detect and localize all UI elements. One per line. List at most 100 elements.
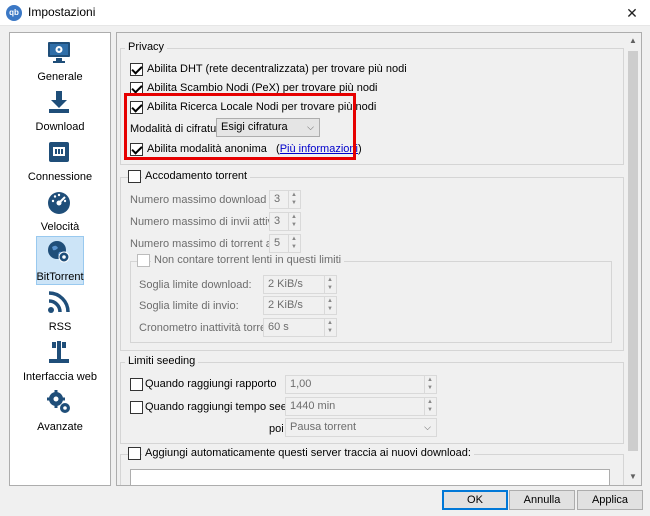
max-active-downloads-spinbox[interactable]: 3 ▲ ▼ xyxy=(269,190,301,209)
settings-sidebar: Generale Download Connessione Velocità B… xyxy=(9,32,111,486)
max-active-torrents-value: 5 xyxy=(274,237,281,249)
slow-torrents-title: Non contare torrent lenti in questi limi… xyxy=(151,254,345,266)
slow-torrents-checkbox[interactable] xyxy=(137,254,150,267)
spin-up-icon: ▲ xyxy=(327,277,333,283)
inactivity-timer-label: Cronometro inattività torrent: xyxy=(139,322,279,334)
upload-threshold-label: Soglia limite di invio: xyxy=(139,300,239,312)
ratio-limit-checkbox[interactable] xyxy=(130,378,143,391)
seeding-action-select[interactable]: Pausa torrent ⌵ xyxy=(285,418,437,437)
sidebar-item-label: Connessione xyxy=(27,171,93,183)
sidebar-item-label: Avanzate xyxy=(37,421,83,433)
speedometer-icon xyxy=(48,192,70,214)
sidebar-item-rss[interactable]: RSS xyxy=(10,285,110,335)
scroll-thumb[interactable] xyxy=(628,51,638,451)
spin-buttons[interactable]: ▲ ▼ xyxy=(288,191,300,208)
spin-up-icon: ▲ xyxy=(291,214,297,220)
spin-buttons[interactable]: ▲ ▼ xyxy=(324,297,336,314)
auto-trackers-label: Aggiungi automaticamente questi server t… xyxy=(142,447,474,459)
sidebar-item-label: RSS xyxy=(48,321,72,333)
ratio-limit-spinbox[interactable]: 1,00 ▲ ▼ xyxy=(285,375,437,394)
spin-up-icon: ▲ xyxy=(427,399,433,405)
sidebar-item-generale[interactable]: Generale xyxy=(10,35,110,85)
highlight-annotation-box xyxy=(124,93,356,160)
upload-threshold-spinbox[interactable]: 2 KiB/s ▲ ▼ xyxy=(263,296,337,315)
max-active-uploads-value: 3 xyxy=(274,215,281,227)
sidebar-item-label: Interfaccia web xyxy=(23,371,97,383)
ratio-limit-label: Quando raggiungi rapporto xyxy=(145,378,277,390)
spin-down-icon: ▼ xyxy=(327,328,333,334)
sidebar-item-download[interactable]: Download xyxy=(10,85,110,135)
rss-icon xyxy=(48,291,70,313)
download-icon xyxy=(49,91,69,113)
spin-buttons[interactable]: ▲ ▼ xyxy=(424,376,436,393)
seeding-limits-title: Limiti seeding xyxy=(125,355,199,367)
spin-up-icon: ▲ xyxy=(327,298,333,304)
sidebar-item-bittorrent[interactable]: BitTorrent xyxy=(10,235,110,285)
window-title: Impostazioni xyxy=(28,5,96,19)
globe-gear-icon xyxy=(48,241,70,263)
spin-down-icon: ▼ xyxy=(291,222,297,228)
seed-time-limit-value: 1440 min xyxy=(290,400,336,412)
spin-up-icon: ▲ xyxy=(291,192,297,198)
torrent-queueing-checkbox[interactable] xyxy=(128,170,141,183)
download-threshold-value: 2 KiB/s xyxy=(268,278,303,290)
spin-buttons[interactable]: ▲ ▼ xyxy=(324,319,336,336)
sidebar-item-label: BitTorrent xyxy=(36,271,84,283)
network-icon xyxy=(49,142,69,162)
trackers-textarea[interactable] xyxy=(130,469,610,485)
max-active-uploads-label: Numero massimo di invii attivi: xyxy=(130,216,279,228)
sidebar-item-label: Velocità xyxy=(40,221,80,233)
privacy-group-title: Privacy xyxy=(125,41,168,53)
scroll-down-icon[interactable]: ▼ xyxy=(625,469,641,485)
sidebar-item-label: Download xyxy=(35,121,85,133)
spin-up-icon: ▲ xyxy=(427,377,433,383)
spin-down-icon: ▼ xyxy=(327,306,333,312)
torrent-queueing-title: Accodamento torrent xyxy=(142,170,251,182)
download-threshold-spinbox[interactable]: 2 KiB/s ▲ ▼ xyxy=(263,275,337,294)
cancel-button[interactable]: Annulla xyxy=(509,490,575,510)
spin-buttons[interactable]: ▲ ▼ xyxy=(424,398,436,415)
title-bar: qb Impostazioni ✕ xyxy=(0,0,650,26)
chevron-down-icon: ⌵ xyxy=(424,422,431,432)
spin-up-icon: ▲ xyxy=(327,320,333,326)
auto-trackers-checkbox[interactable] xyxy=(128,447,141,460)
dht-checkbox[interactable] xyxy=(130,63,143,76)
then-label: poi xyxy=(269,423,284,435)
sidebar-item-connessione[interactable]: Connessione xyxy=(10,135,110,185)
ratio-limit-value: 1,00 xyxy=(290,378,312,390)
max-active-downloads-value: 3 xyxy=(274,193,281,205)
ok-button[interactable]: OK xyxy=(442,490,508,510)
close-button[interactable]: ✕ xyxy=(614,0,650,26)
spin-up-icon: ▲ xyxy=(291,236,297,242)
spin-buttons[interactable]: ▲ ▼ xyxy=(324,276,336,293)
download-threshold-label: Soglia limite download: xyxy=(139,279,252,291)
seed-time-limit-spinbox[interactable]: 1440 min ▲ ▼ xyxy=(285,397,437,416)
spin-down-icon: ▼ xyxy=(291,200,297,206)
sidebar-item-interfaccia-web[interactable]: Interfaccia web xyxy=(10,335,110,385)
spin-down-icon: ▼ xyxy=(427,407,433,413)
monitor-gear-icon xyxy=(48,42,70,63)
dht-label: Abilita DHT (rete decentralizzata) per t… xyxy=(147,63,407,75)
max-active-torrents-spinbox[interactable]: 5 ▲ ▼ xyxy=(269,234,301,253)
sidebar-item-label: Generale xyxy=(37,71,83,83)
max-active-torrents-label: Numero massimo di torrent attivi: xyxy=(130,238,292,250)
gears-icon xyxy=(47,390,70,413)
spin-buttons[interactable]: ▲ ▼ xyxy=(288,213,300,230)
spin-down-icon: ▼ xyxy=(327,285,333,291)
inactivity-timer-value: 60 s xyxy=(268,321,289,333)
spin-buttons[interactable]: ▲ ▼ xyxy=(288,235,300,252)
max-active-uploads-spinbox[interactable]: 3 ▲ ▼ xyxy=(269,212,301,231)
spin-down-icon: ▼ xyxy=(291,244,297,250)
scroll-up-icon[interactable]: ▲ xyxy=(625,33,641,49)
sidebar-item-velocita[interactable]: Velocità xyxy=(10,185,110,235)
qbittorrent-app-icon: qb xyxy=(6,5,22,21)
vertical-scrollbar[interactable]: ▲ ▼ xyxy=(625,33,641,485)
sidebar-item-avanzate[interactable]: Avanzate xyxy=(10,385,110,435)
seed-time-limit-checkbox[interactable] xyxy=(130,401,143,414)
inactivity-timer-spinbox[interactable]: 60 s ▲ ▼ xyxy=(263,318,337,337)
upload-threshold-value: 2 KiB/s xyxy=(268,299,303,311)
link-close-paren: ) xyxy=(357,143,362,155)
web-interface-icon xyxy=(49,341,69,363)
apply-button[interactable]: Applica xyxy=(577,490,643,510)
spin-down-icon: ▼ xyxy=(427,385,433,391)
